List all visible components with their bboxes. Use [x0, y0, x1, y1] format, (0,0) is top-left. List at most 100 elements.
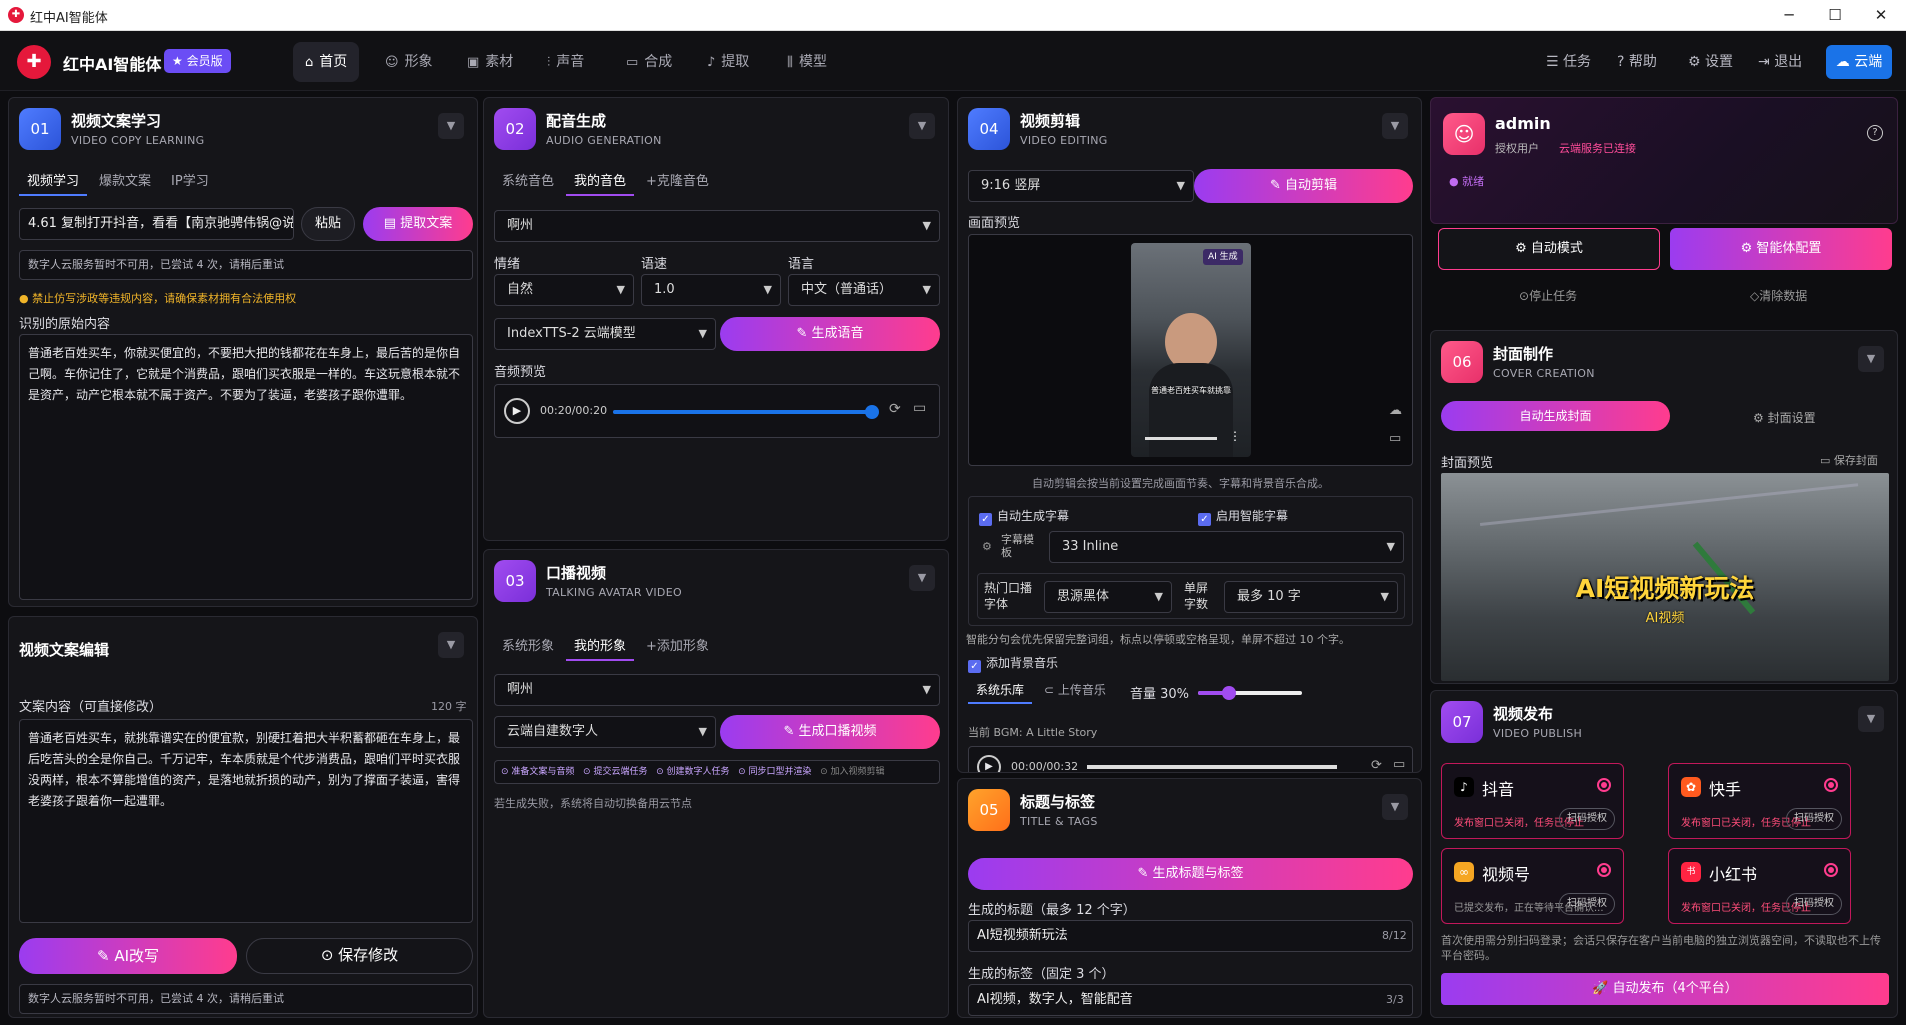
collapse-button[interactable]: ▼ [438, 113, 464, 139]
generated-tags-input[interactable]: AI视频，数字人，智能配音 [968, 984, 1413, 1016]
cloud-button[interactable]: ☁ 云端 [1826, 45, 1892, 79]
scan-auth-button[interactable]: 扫码授权 [1559, 893, 1615, 915]
avatar-type-select[interactable]: 云端自建数字人 ▼ [494, 716, 716, 748]
scan-auth-button[interactable]: 扫码授权 [1786, 808, 1842, 830]
bgm-progress[interactable] [1087, 765, 1337, 769]
tab-system-voice[interactable]: 系统音色 [494, 170, 562, 196]
font-select[interactable]: 思源黑体 ▼ [1044, 581, 1172, 613]
platform-card-shipinhao[interactable]: ∞ 视频号 已提交发布，正在等待平台确认... 扫码授权 [1441, 848, 1624, 924]
auto-subtitle-checkbox[interactable]: ✓ 自动生成字幕 [979, 507, 1069, 526]
save-edit-button[interactable]: ⊙ 保存修改 [246, 938, 473, 974]
generate-avatar-video-button[interactable]: ✎ 生成口播视频 [720, 715, 940, 749]
nav-settings[interactable]: ⚙ 设置 [1688, 42, 1733, 82]
collapse-button[interactable]: ▼ [909, 565, 935, 591]
scan-auth-button[interactable]: 扫码授权 [1786, 893, 1842, 915]
collapse-button[interactable]: ▼ [1382, 113, 1408, 139]
per-screen-select[interactable]: 最多 10 字 ▼ [1224, 581, 1398, 613]
folder-icon[interactable]: ▭ [1393, 757, 1405, 772]
help-icon[interactable]: ? [1867, 125, 1883, 141]
radio-selected-icon[interactable] [1824, 863, 1838, 877]
scan-auth-button[interactable]: 扫码授权 [1559, 808, 1615, 830]
tab-clone-voice[interactable]: +克隆音色 [638, 170, 717, 196]
tab-ip-learning[interactable]: IP学习 [163, 170, 217, 196]
save-cover-button[interactable]: ▭ 保存封面 [1820, 452, 1878, 468]
nav-home[interactable]: ⌂ 首页 [293, 42, 360, 82]
collapse-button[interactable]: ▼ [1858, 346, 1884, 372]
platform-card-douyin[interactable]: ♪ 抖音 发布窗口已关闭，任务已停止 扫码授权 [1441, 763, 1624, 839]
tab-system-avatar[interactable]: 系统形象 [494, 635, 562, 661]
audio-progress-handle[interactable] [865, 405, 879, 419]
stop-task-button[interactable]: ⊙停止任务 [1519, 287, 1577, 304]
nav-material[interactable]: ▣ 素材 [455, 42, 525, 82]
nav-extract[interactable]: ♪ 提取 [695, 42, 761, 82]
voice-select[interactable]: 啊州 ▼ [494, 210, 940, 242]
play-icon[interactable]: ▶ [977, 755, 1001, 772]
collapse-button[interactable]: ▼ [1382, 794, 1408, 820]
generate-title-tags-button[interactable]: ✎ 生成标题与标签 [968, 858, 1413, 890]
upload-icon[interactable]: ☁ [1389, 403, 1402, 418]
folder-icon[interactable]: ▭ [913, 400, 926, 416]
nav-model[interactable]: ⫼ 模型 [775, 42, 839, 82]
video-progress-bar[interactable] [1145, 437, 1217, 440]
audio-progress-track[interactable] [613, 405, 879, 419]
smart-subtitle-checkbox[interactable]: ✓ 启用智能字幕 [1198, 507, 1288, 526]
extract-copy-button[interactable]: ▤ 提取文案 [363, 207, 473, 241]
nav-compose[interactable]: ▭ 合成 [614, 42, 684, 82]
nav-help[interactable]: ? 帮助 [1617, 42, 1657, 82]
tab-my-voice[interactable]: 我的音色 [566, 170, 635, 196]
subtitle-template-select[interactable]: 33 Inline ▼ [1049, 531, 1404, 563]
refresh-icon[interactable]: ⟳ [1371, 758, 1382, 772]
radio-selected-icon[interactable] [1824, 778, 1838, 792]
tab-upload-music[interactable]: ⊂ 上传音乐 [1036, 678, 1114, 704]
radio-selected-icon[interactable] [1597, 778, 1611, 792]
collapse-button[interactable]: ▼ [1858, 706, 1884, 732]
tab-my-avatar[interactable]: 我的形象 [566, 635, 635, 661]
cover-settings-button[interactable]: ⚙ 封面设置 [1753, 409, 1816, 426]
volume-slider[interactable] [1198, 686, 1302, 700]
folder-icon[interactable]: ▭ [1389, 431, 1401, 446]
aspect-ratio-select[interactable]: 9:16 竖屏 ▼ [968, 170, 1194, 202]
clear-data-button[interactable]: ◇清除数据 [1750, 287, 1807, 304]
auto-mode-button[interactable]: ⚙ 自动模式 [1438, 228, 1660, 270]
language-select[interactable]: 中文（普通话） ▼ [788, 274, 940, 306]
paste-button[interactable]: 粘贴 [301, 207, 355, 241]
nav-tasks[interactable]: ☰ 任务 [1546, 42, 1591, 82]
play-icon[interactable]: ▶ [504, 398, 530, 424]
auto-edit-button[interactable]: ✎ 自动剪辑 [1194, 169, 1413, 203]
platform-card-xiaohongshu[interactable]: 书 小红书 发布窗口已关闭，任务已停止 扫码授权 [1668, 848, 1851, 924]
maximize-button[interactable]: ☐ [1812, 0, 1858, 31]
nav-avatar[interactable]: ☺ 形象 [373, 42, 445, 82]
collapse-button[interactable]: ▼ [909, 113, 935, 139]
volume-handle[interactable] [1222, 686, 1237, 700]
tab-music-library[interactable]: 系统乐库 [968, 678, 1033, 704]
nav-logout[interactable]: ⇥ 退出 [1758, 42, 1802, 82]
model-select[interactable]: IndexTTS-2 云端模型 ▼ [494, 318, 716, 350]
tab-add-avatar[interactable]: +添加形象 [638, 635, 717, 661]
avatar-select[interactable]: 啊州 ▼ [494, 674, 940, 706]
nav-voice[interactable]: ⫶ 声音 [535, 42, 596, 82]
panel-subtitle: VIDEO EDITING [1020, 134, 1108, 147]
ai-rewrite-button[interactable]: ✎ AI改写 [19, 938, 237, 974]
tab-video-learning[interactable]: 视频学习 [19, 170, 88, 196]
generate-voice-button[interactable]: ✎ 生成语音 [720, 317, 940, 351]
video-frame[interactable]: AI 生成 普通老百姓买车就挑靠 ⋮ [1131, 243, 1251, 457]
auto-publish-button[interactable]: 🚀 自动发布（4个平台） [1441, 973, 1889, 1005]
close-window-button[interactable]: ✕ [1858, 0, 1904, 31]
minimize-button[interactable]: ─ [1766, 0, 1812, 31]
refresh-icon[interactable]: ⟳ [889, 401, 901, 417]
emotion-select[interactable]: 自然 ▼ [494, 274, 634, 306]
radio-selected-icon[interactable] [1597, 863, 1611, 877]
collapse-button[interactable]: ▼ [438, 632, 464, 658]
select-value: 啊州 [507, 682, 534, 697]
original-content-text[interactable]: 普通老百姓买车，你就买便宜的，不要把大把的钱都花在车身上，最后苦的是你自己啊。车… [19, 334, 473, 600]
video-url-input[interactable]: 4.61 复制打开抖音，看看【南京驰骋伟锅@说老 [19, 208, 294, 240]
more-options-icon[interactable]: ⋮ [1229, 429, 1241, 443]
bgm-checkbox[interactable]: ✓ 添加背景音乐 [968, 654, 1058, 673]
tab-viral-copy[interactable]: 爆款文案 [91, 170, 159, 196]
edit-content-textarea[interactable]: 普通老百姓买车，就挑靠谱实在的便宜款，别硬扛着把大半积蓄都砸在车身上，最后吃苦头… [19, 719, 473, 923]
auto-cover-button[interactable]: 自动生成封面 [1441, 401, 1670, 431]
platform-card-kuaishou[interactable]: ✿ 快手 发布窗口已关闭，任务已停止 扫码授权 [1668, 763, 1851, 839]
generated-title-input[interactable]: AI短视频新玩法 [968, 920, 1413, 952]
agent-config-button[interactable]: ⚙ 智能体配置 [1670, 228, 1892, 270]
speed-select[interactable]: 1.0 ▼ [641, 274, 781, 306]
